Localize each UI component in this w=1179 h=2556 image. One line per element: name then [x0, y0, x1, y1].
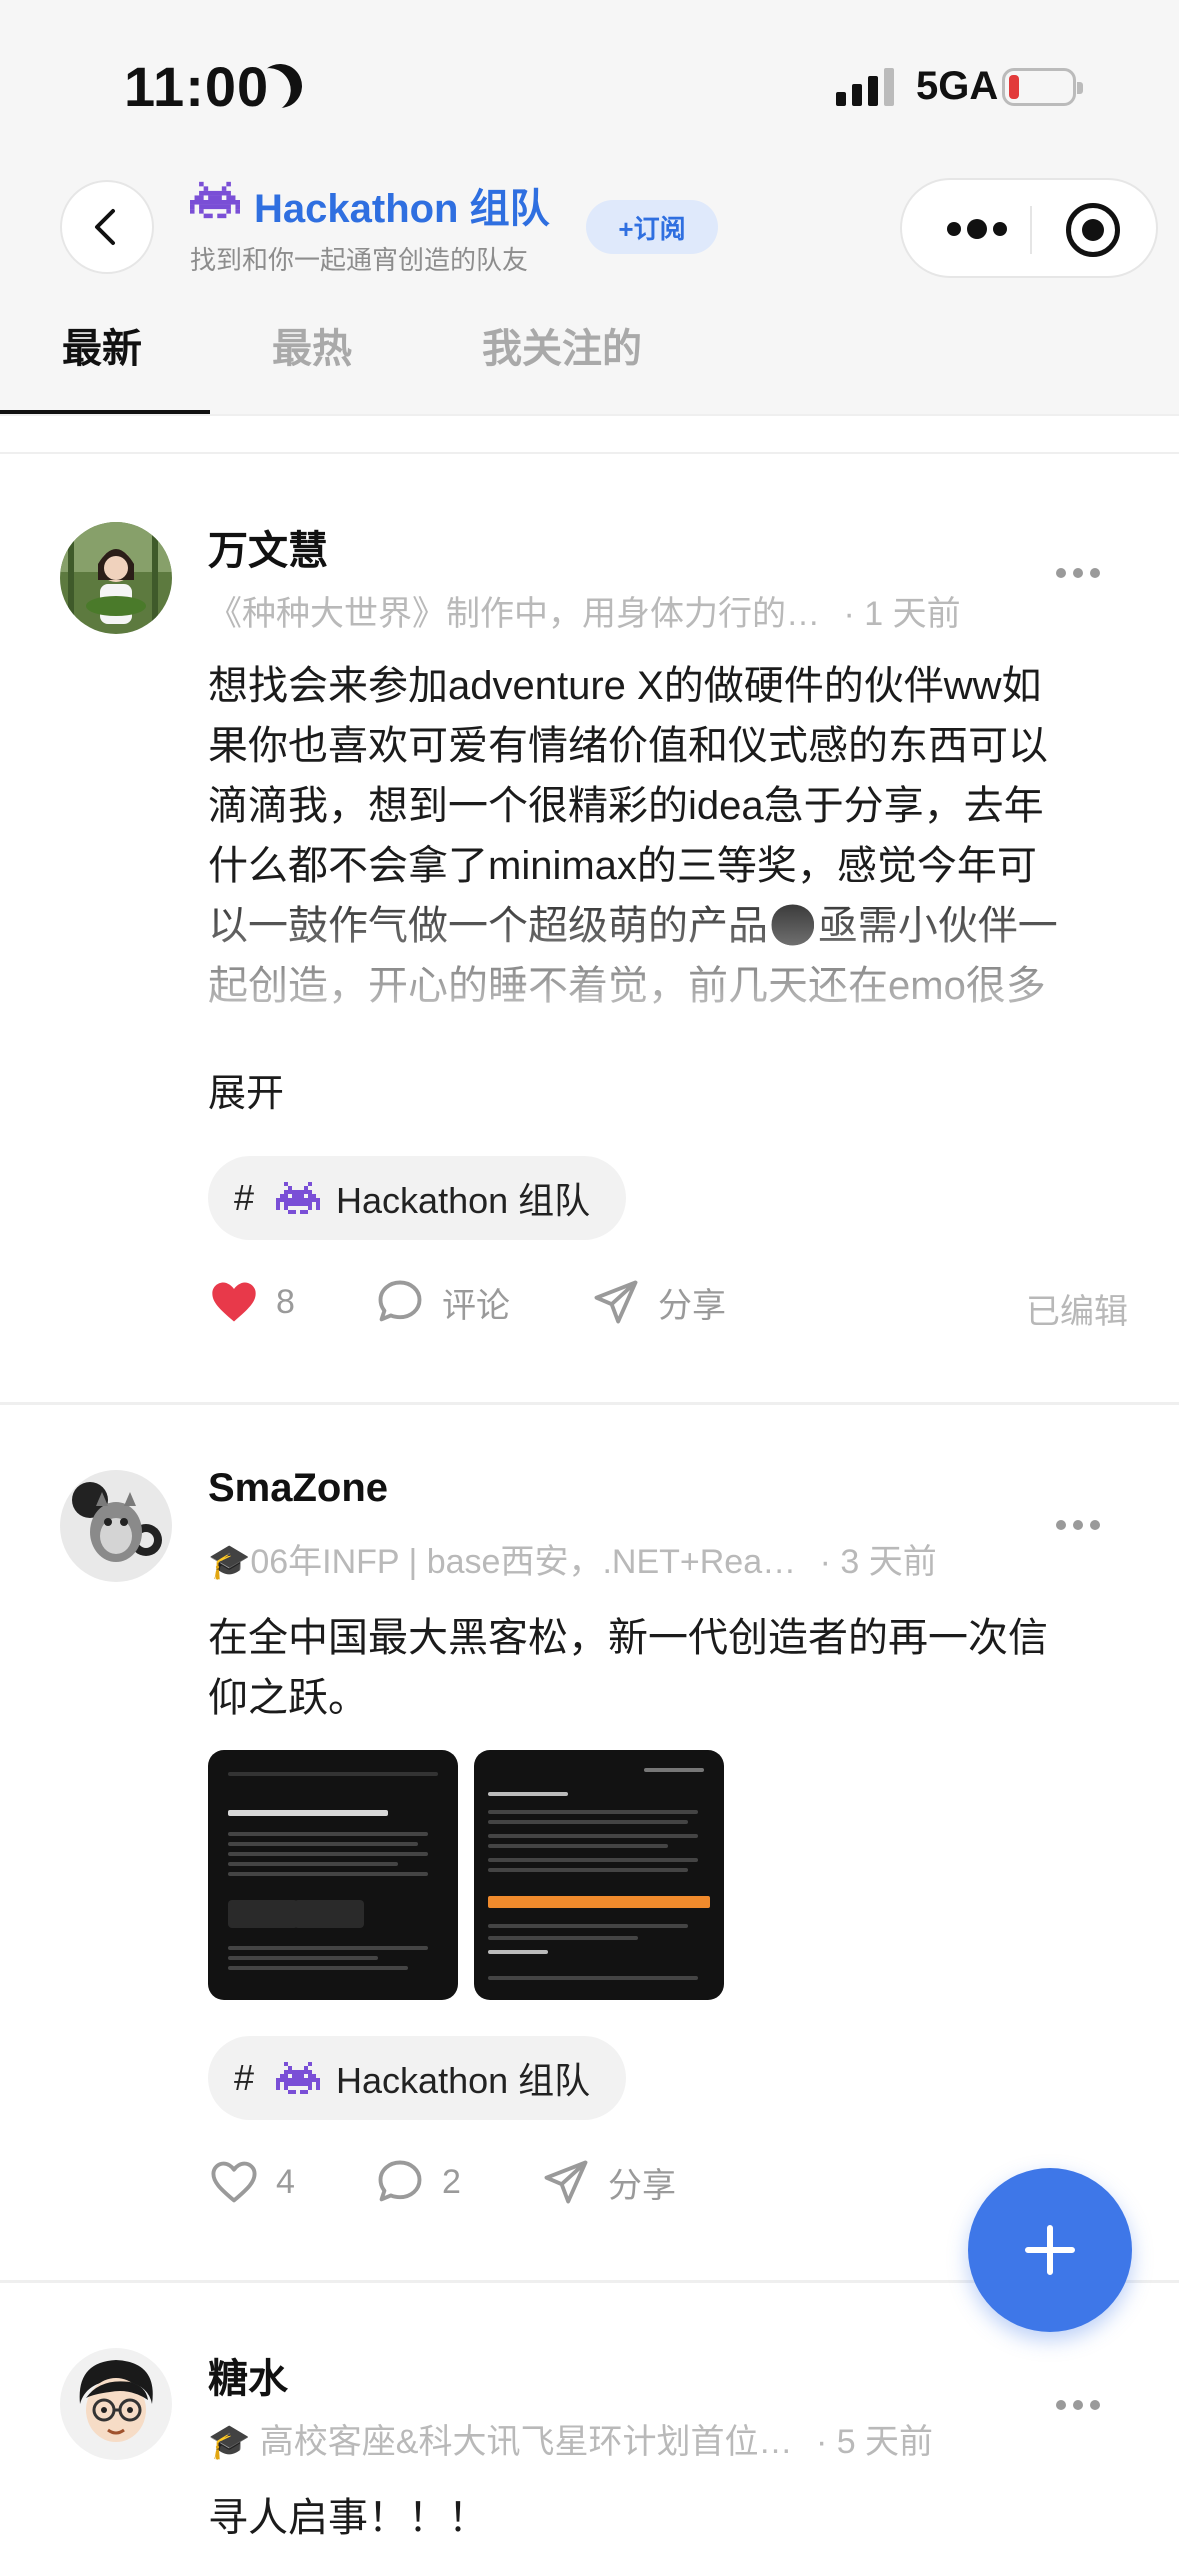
expand-link[interactable]: 展开: [208, 1062, 284, 1117]
feed-tabs: 最新 最热 我关注的: [0, 300, 1179, 415]
share-icon: [594, 1280, 638, 1324]
share-button[interactable]: 分享: [540, 2156, 676, 2208]
share-icon: [544, 2160, 588, 2204]
post-image[interactable]: [208, 1750, 458, 2000]
avatar-image: [60, 1470, 172, 1582]
post-divider: [0, 1402, 1179, 1405]
like-button[interactable]: 8: [208, 1276, 295, 1328]
topic-tag[interactable]: # Hackathon 组队: [208, 2036, 627, 2120]
like-count: 8: [276, 1282, 295, 1321]
tab-following[interactable]: 我关注的: [482, 316, 642, 374]
like-button[interactable]: 4: [208, 2156, 295, 2208]
group-title[interactable]: Hackathon 组队: [254, 176, 550, 234]
post-more-icon[interactable]: [1056, 2400, 1100, 2412]
comment-label: 评论: [442, 1286, 510, 1325]
space-invader-icon: [190, 181, 240, 219]
graduation-cap-icon: 🎓: [208, 2423, 251, 2461]
post-content-line: 寻人启事！！！: [208, 2496, 488, 2540]
group-subtitle: 找到和你一起通宵创造的队友: [190, 245, 529, 275]
post-content-line: 在全中国最大黑客松，新一代创造者的再一次信: [208, 1616, 1048, 1660]
more-menu-icon[interactable]: [942, 214, 1012, 244]
post-content: 寻人启事！！！: [208, 2488, 1108, 2548]
status-time: 11:00: [124, 55, 270, 118]
post-content-line: 果你也喜欢可爱有情绪价值和仪式感的东西可以: [208, 724, 1048, 768]
post-image-caption-bar: [228, 1810, 388, 1816]
comment-button[interactable]: 评论: [374, 1276, 510, 1328]
post-image[interactable]: [474, 1750, 724, 2000]
avatar-image: [60, 2348, 172, 2460]
post-author-bio: 《种种大世界》制作中，用身体力行的… · 1 天前: [208, 586, 961, 635]
tab-latest[interactable]: 最新: [62, 316, 142, 374]
edited-label: 已编辑: [1026, 1293, 1128, 1331]
topic-tag-label: Hackathon 组队: [336, 1180, 591, 1221]
tab-hottest[interactable]: 最热: [272, 316, 352, 374]
hash-icon: #: [234, 2057, 255, 2098]
space-invader-icon: [276, 1182, 321, 1214]
hash-icon: #: [234, 1177, 255, 1218]
share-button[interactable]: 分享: [590, 1276, 726, 1328]
post-more-icon[interactable]: [1056, 568, 1100, 580]
comment-icon: [378, 2160, 422, 2202]
post-content-line: 想找会来参加adventure X的做硬件的伙伴ww如: [208, 664, 1042, 708]
avatar-image: [60, 522, 172, 634]
post-author[interactable]: 糖水: [208, 2346, 288, 2404]
post-time: · 5 天前: [815, 2423, 934, 2461]
avatar[interactable]: [60, 522, 172, 634]
post-actions: 8 评论 分享 已编辑: [208, 1276, 1128, 1336]
heart-outline-icon: [211, 2161, 257, 2203]
post-time: · 3 天前: [819, 1543, 937, 1581]
back-button[interactable]: [60, 180, 154, 274]
post-time: · 1 天前: [843, 595, 961, 633]
post-content-line: 仰之跃。: [208, 1676, 368, 1720]
plus-icon: [1025, 2225, 1075, 2275]
capsule-divider: [1030, 206, 1032, 254]
avatar[interactable]: [60, 1470, 172, 1582]
post-content: 在全中国最大黑客松，新一代创造者的再一次信 仰之跃。: [208, 1608, 1108, 1728]
post-more-icon[interactable]: [1056, 1520, 1100, 1532]
tabs-divider: [0, 414, 1179, 416]
close-miniprogram-icon[interactable]: [1066, 203, 1120, 257]
graduation-cap-icon: 🎓: [208, 1543, 251, 1581]
cellular-signal-icon: [836, 66, 898, 106]
comment-button[interactable]: 2: [374, 2156, 461, 2208]
post-author-bio: 🎓06年INFP | base西安，.NET+Rea… · 3 天前: [208, 1534, 937, 1583]
author-bio-text: 06年INFP | base西安，.NET+Rea…: [250, 1543, 797, 1581]
space-invader-icon: [276, 2062, 321, 2094]
author-bio-text: 《种种大世界》制作中，用身体力行的…: [208, 595, 820, 633]
subscribe-button[interactable]: +订阅: [586, 200, 718, 254]
author-bio-text: 高校客座&科大讯飞星环计划首位…: [259, 2423, 793, 2461]
avatar[interactable]: [60, 2348, 172, 2460]
chevron-left-icon: [95, 209, 115, 245]
battery-icon: [1002, 68, 1083, 106]
new-post-button[interactable]: [968, 2168, 1132, 2332]
comment-icon: [378, 1280, 422, 1322]
post-author-bio: 🎓 高校客座&科大讯飞星环计划首位… · 5 天前: [208, 2414, 933, 2463]
post-content-line: 滴滴我，想到一个很精彩的idea急于分享，去年: [208, 784, 1044, 828]
share-label: 分享: [658, 1286, 726, 1325]
miniprogram-capsule: [900, 178, 1158, 278]
like-count: 4: [276, 2162, 295, 2201]
topic-tag[interactable]: # Hackathon 组队: [208, 1156, 627, 1240]
post-content-line: 什么都不会拿了minimax的三等奖，感觉今年可: [208, 844, 1037, 888]
section-divider: [0, 452, 1179, 454]
post-author[interactable]: 万文慧: [208, 518, 328, 576]
topic-tag-label: Hackathon 组队: [336, 2060, 591, 2101]
share-label: 分享: [608, 2166, 676, 2205]
post-content: 想找会来参加adventure X的做硬件的伙伴ww如 果你也喜欢可爱有情绪价值…: [208, 656, 1108, 1016]
heart-filled-icon: [212, 1282, 256, 1322]
network-type: 5GA: [916, 64, 999, 108]
comment-count: 2: [442, 2162, 461, 2201]
post-author[interactable]: SmaZone: [208, 1466, 388, 1511]
post-content-line: 以一鼓作气做一个超级萌的产品🥺亟需小伙伴一: [208, 904, 1058, 948]
post-content-line: 起创造，开心的睡不着觉，前几天还在emo很多: [208, 964, 1046, 1008]
status-bar: 11:00 5GA: [0, 0, 1179, 160]
